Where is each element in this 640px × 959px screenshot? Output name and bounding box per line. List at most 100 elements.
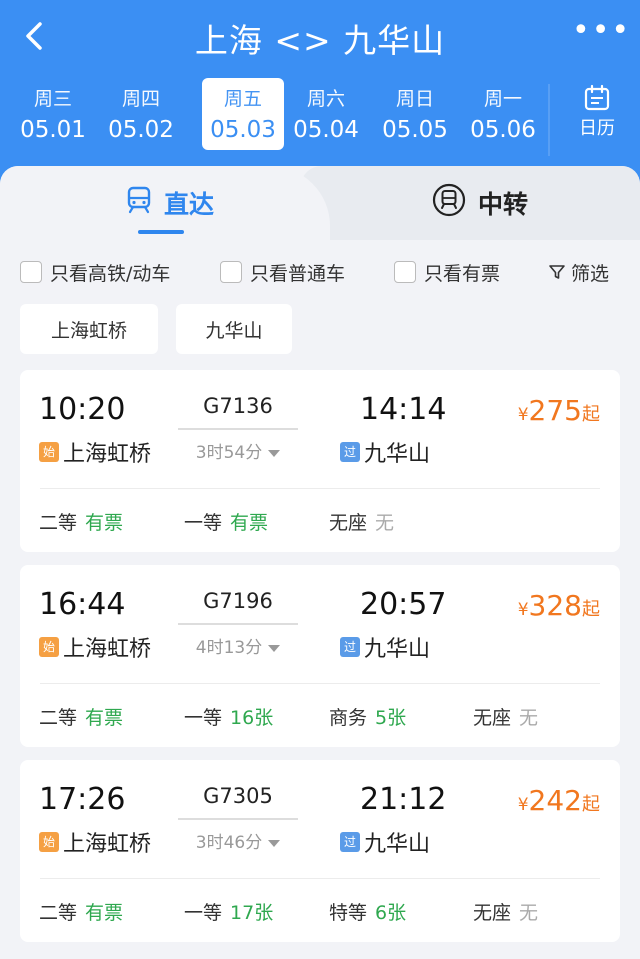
price-suffix: 起	[582, 404, 600, 425]
origin-station: 始上海虹桥	[39, 436, 151, 468]
tab-direct-label: 直达	[163, 190, 214, 219]
price-value: 242	[528, 784, 582, 817]
dropdown-arrow-icon	[268, 839, 281, 847]
seat-class-name: 二等	[39, 512, 78, 534]
more-dots-icon[interactable]: •••	[572, 16, 629, 56]
seat-availability: 无	[375, 512, 395, 534]
route-line	[178, 428, 298, 430]
seat-class-name: 一等	[184, 512, 223, 534]
filter-button-label: 筛选	[571, 262, 610, 285]
seat-class: 无座无	[473, 703, 538, 730]
destination-station-name: 九华山	[364, 832, 431, 857]
departure-time: 10:20	[39, 392, 126, 427]
calendar-button[interactable]: 日历	[566, 82, 628, 152]
destination-station: 过九华山	[340, 631, 430, 663]
filter-available[interactable]: 只看有票	[394, 258, 500, 286]
filter-high-speed-label: 只看高铁/动车	[50, 262, 171, 285]
seat-availability: 16张	[230, 707, 274, 729]
duration[interactable]: 4时13分	[178, 633, 298, 658]
checkbox-icon[interactable]	[394, 261, 416, 283]
seat-class: 特等 6张	[329, 898, 406, 925]
checkbox-icon[interactable]	[20, 261, 42, 283]
date-weekday: 周四	[121, 88, 160, 110]
station-chip-from[interactable]: 上海虹桥	[20, 304, 158, 354]
train-card[interactable]: 10:20 G7136 3时54分 14:14 ¥275起 始上海虹桥 过九华山…	[20, 370, 620, 552]
tab-transfer[interactable]: 中转	[400, 166, 560, 240]
date-value: 05.01	[20, 117, 86, 143]
seat-availability: 6张	[375, 902, 407, 924]
pass-badge: 过	[340, 442, 360, 462]
departure-time: 16:44	[39, 587, 126, 622]
date-item-0506[interactable]: 周一 05.06	[462, 78, 544, 150]
seat-class: 一等 17张	[184, 898, 273, 925]
date-weekday: 周一	[483, 88, 522, 110]
pass-badge: 过	[340, 637, 360, 657]
duration[interactable]: 3时46分	[178, 828, 298, 853]
tab-active-indicator	[138, 230, 184, 234]
seat-class-name: 一等	[184, 707, 223, 729]
filter-regular-label: 只看普通车	[250, 262, 346, 285]
destination-station: 过九华山	[340, 826, 430, 858]
seat-class: 无座无	[473, 898, 538, 925]
origin-station-name: 上海虹桥	[63, 442, 152, 467]
start-badge: 始	[39, 637, 59, 657]
date-item-0501[interactable]: 周三 05.01	[12, 78, 94, 150]
duration[interactable]: 3时54分	[178, 438, 298, 463]
origin-station-name: 上海虹桥	[63, 637, 152, 662]
origin-station-name: 上海虹桥	[63, 832, 152, 857]
seat-class-name: 二等	[39, 902, 78, 924]
train-number: G7136	[203, 394, 273, 418]
filter-high-speed[interactable]: 只看高铁/动车	[20, 258, 170, 286]
calendar-label: 日历	[579, 118, 615, 139]
seat-class: 二等 有票	[39, 703, 123, 730]
filter-regular[interactable]: 只看普通车	[220, 258, 345, 286]
seat-class-name: 无座	[473, 902, 512, 924]
route-title: 上海 <> 九华山	[194, 21, 446, 60]
tab-direct[interactable]: 直达	[80, 166, 260, 240]
date-weekday: 周三	[33, 88, 72, 110]
price-value: 275	[528, 394, 582, 427]
price-suffix: 起	[582, 599, 600, 620]
seat-availability: 有票	[85, 902, 124, 924]
station-chip-to[interactable]: 九华山	[176, 304, 292, 354]
origin-station: 始上海虹桥	[39, 826, 151, 858]
train-card[interactable]: 16:44 G7196 4时13分 20:57 ¥328起 始上海虹桥 过九华山…	[20, 565, 620, 747]
transfer-train-icon	[432, 183, 466, 223]
duration-text: 3时54分	[195, 443, 263, 463]
price: ¥275起	[518, 394, 600, 427]
calendar-icon	[584, 84, 610, 111]
price: ¥242起	[518, 784, 600, 817]
seat-availability: 有票	[85, 512, 124, 534]
date-item-0503-selected[interactable]: 周五 05.03	[202, 78, 284, 150]
route-line	[178, 623, 298, 625]
date-weekday: 周六	[306, 88, 345, 110]
seat-class: 无座无	[329, 508, 394, 535]
date-selector: 周三 05.01 周四 05.02 周五 05.03 周六 05.04 周日 0…	[12, 78, 542, 150]
price-suffix: 起	[582, 794, 600, 815]
filter-button[interactable]: 筛选	[548, 258, 609, 286]
date-value: 05.03	[210, 117, 276, 143]
seat-availability: 无	[519, 707, 539, 729]
departure-time: 17:26	[39, 782, 126, 817]
date-value: 05.05	[382, 117, 448, 143]
seat-availability: 5张	[375, 707, 407, 729]
train-icon	[126, 186, 152, 220]
card-divider	[40, 488, 600, 489]
date-item-0502[interactable]: 周四 05.02	[100, 78, 182, 150]
checkbox-icon[interactable]	[220, 261, 242, 283]
duration-text: 4时13分	[195, 638, 263, 658]
tab-bar: 直达 中转	[0, 166, 640, 240]
price-value: 328	[528, 589, 582, 622]
dropdown-arrow-icon	[268, 449, 281, 457]
destination-station-name: 九华山	[364, 442, 431, 467]
currency-symbol: ¥	[517, 795, 529, 815]
date-item-0505[interactable]: 周日 05.05	[374, 78, 456, 150]
date-item-0504[interactable]: 周六 05.04	[285, 78, 367, 150]
train-card[interactable]: 17:26 G7305 3时46分 21:12 ¥242起 始上海虹桥 过九华山…	[20, 760, 620, 942]
seat-availability: 有票	[85, 707, 124, 729]
seat-class-name: 二等	[39, 707, 78, 729]
price: ¥328起	[518, 589, 600, 622]
date-value: 05.04	[293, 117, 359, 143]
filter-available-label: 只看有票	[424, 262, 501, 285]
seat-class-name: 商务	[329, 707, 368, 729]
